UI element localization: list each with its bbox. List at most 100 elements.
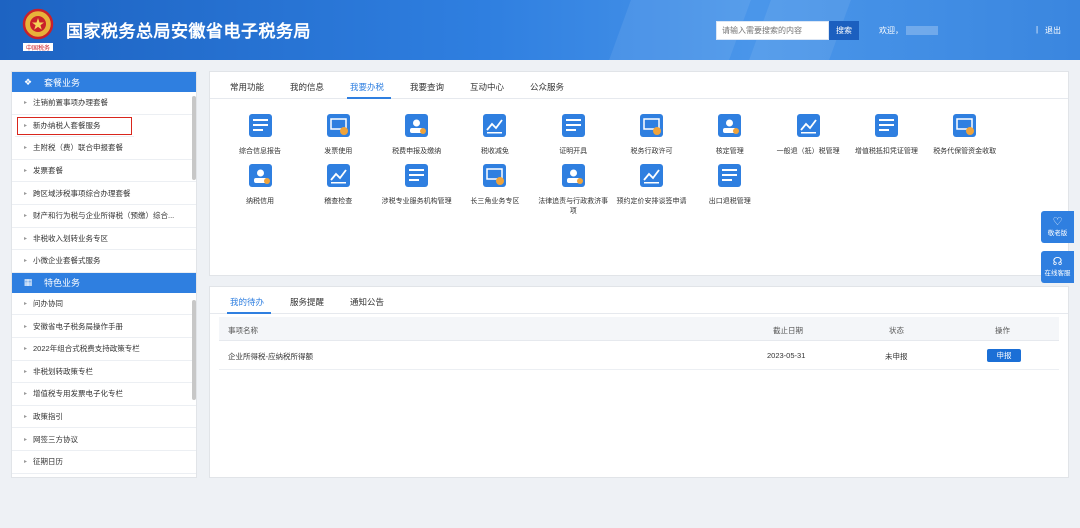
bullet-icon: ▸	[24, 346, 28, 353]
sidebar-item[interactable]: ▸ 征期日历	[12, 451, 196, 474]
service-yrd[interactable]: 长三角业务专区	[457, 164, 533, 207]
service-vat-deduction[interactable]: 增值税抵扣凭证管理	[848, 114, 924, 157]
search-input[interactable]	[716, 21, 829, 40]
sidebar-item[interactable]: ▸ 安徽省电子税务局操作手册	[12, 315, 196, 338]
report-icon	[222, 114, 298, 142]
bullet-icon: ▸	[24, 323, 28, 330]
vat-deduction-icon	[848, 114, 924, 142]
sidebar-item[interactable]: ▸ 问办协同	[12, 293, 196, 316]
sidebar-item[interactable]: ▸ 政策指引	[12, 406, 196, 429]
service-tax-declare[interactable]: 税费申报及缴纳	[379, 114, 455, 157]
sidebar-section-featured[interactable]: ▦ 特色业务	[12, 272, 196, 293]
service-assessment[interactable]: 核定管理	[692, 114, 768, 157]
bullet-icon: ▸	[24, 145, 28, 152]
page-title: 国家税务总局安徽省电子税务局	[66, 22, 311, 41]
tab-handle-tax[interactable]: 我要办税	[350, 81, 384, 93]
elder-mode-button[interactable]: ♡ 敬老版	[1041, 211, 1074, 243]
sidebar-item-label: 政策指引	[33, 412, 64, 422]
service-label: 一般退（抵）税管理	[776, 148, 840, 155]
bullet-icon: ▸	[24, 190, 28, 197]
sidebar-item[interactable]: ▸ 主附税（费）联合申报套餐	[12, 137, 196, 160]
scrollbar[interactable]	[192, 96, 196, 180]
service-label: 综合信息报告	[239, 148, 281, 155]
tab-interaction[interactable]: 互动中心	[470, 81, 504, 93]
tax-relief-icon	[457, 114, 533, 142]
bullet-icon: ▸	[24, 100, 28, 107]
tab-my-info[interactable]: 我的信息	[290, 81, 324, 93]
services-panel: 常用功能 我的信息 我要办税 我要查询 互动中心 公众服务 综合信息报告 发票使用…	[209, 71, 1069, 276]
service-export-refund[interactable]: 出口退税管理	[692, 164, 768, 207]
license-icon	[614, 114, 690, 142]
sidebar-item-label: 征期日历	[33, 457, 64, 467]
bullet-icon: ▸	[24, 258, 28, 265]
service-tax-relief[interactable]: 税收减免	[457, 114, 533, 157]
service-report[interactable]: 综合信息报告	[222, 114, 298, 157]
elder-mode-icon: ♡	[1052, 216, 1063, 228]
sidebar-item-label: 主附税（费）联合申报套餐	[33, 143, 124, 153]
service-credit[interactable]: 纳税信用	[222, 164, 298, 207]
service-label: 税收减免	[480, 148, 509, 155]
sidebar-item-label: 注销前置事项办理套餐	[33, 98, 109, 108]
certificate-icon	[535, 114, 611, 142]
service-refund[interactable]: 一般退（抵）税管理	[770, 114, 846, 157]
service-inspection[interactable]: 稽查检查	[300, 164, 376, 207]
headset-icon: ☊	[1052, 256, 1063, 268]
sidebar-item[interactable]: ▸ 增值税专用发票电子化专栏	[12, 383, 196, 406]
sidebar-item[interactable]: ▸ 注销前置事项办理套餐	[12, 92, 196, 115]
column-header-action: 操作	[995, 326, 1010, 335]
table-header: 事项名称 截止日期 状态 操作	[219, 317, 1059, 341]
bullet-icon: ▸	[24, 368, 28, 375]
online-service-button[interactable]: ☊ 在线客服	[1041, 251, 1074, 283]
sidebar-item[interactable]: ▸ 网签三方协议	[12, 428, 196, 451]
scrollbar[interactable]	[192, 300, 196, 400]
tab-common[interactable]: 常用功能	[230, 81, 264, 93]
agency-icon	[379, 164, 455, 192]
sidebar-item[interactable]: ▸ 非税收入划转业务专区	[12, 228, 196, 251]
tab-query[interactable]: 我要查询	[410, 81, 444, 93]
bullet-icon: ▸	[24, 391, 28, 398]
sidebar-item[interactable]: ▸ 发票套餐	[12, 160, 196, 183]
bottom-tabs: 我的待办 服务提醒 通知公告	[210, 287, 1068, 314]
sidebar-section-label: 套餐业务	[44, 77, 81, 88]
sidebar-item[interactable]: ▸ 跨区域涉税事项综合办理套餐	[12, 182, 196, 205]
sidebar-item-label: 财产和行为税与企业所得税（预缴）综合...	[33, 211, 175, 221]
service-agency[interactable]: 涉税专业服务机构管理	[379, 164, 455, 207]
tax-emblem-icon: 中国税务	[22, 8, 54, 52]
sidebar-item-label: 发票套餐	[33, 166, 64, 176]
service-label: 法律追责与行政救济事项	[538, 198, 609, 215]
sidebar-item-label: 问办协同	[33, 299, 64, 309]
sidebar-item-label: 小微企业套餐式服务	[33, 256, 101, 266]
row-divider	[219, 369, 1059, 370]
tab-service-reminder[interactable]: 服务提醒	[290, 296, 324, 308]
welcome-label: 欢迎，	[879, 26, 903, 35]
sidebar-item[interactable]: ▸ 小微企业套餐式服务	[12, 250, 196, 273]
bullet-icon: ▸	[24, 414, 28, 421]
service-pricing[interactable]: 预约定价安排谈签申请	[614, 164, 690, 207]
service-label: 税务行政许可	[630, 148, 673, 155]
bullet-icon: ▸	[24, 213, 28, 220]
service-custody[interactable]: 税务代保管资金收取	[927, 114, 1003, 157]
sidebar-item[interactable]: ▸ 财产和行为税与企业所得税（预缴）综合...	[12, 205, 196, 228]
service-legal[interactable]: 法律追责与行政救济事项	[535, 164, 611, 217]
search-button[interactable]: 搜索	[829, 21, 859, 40]
tab-my-todo[interactable]: 我的待办	[230, 296, 264, 308]
tab-notices[interactable]: 通知公告	[350, 296, 384, 308]
logout-link[interactable]: 退出	[1045, 25, 1061, 36]
column-header-name: 事项名称	[228, 326, 258, 335]
sidebar-section-package[interactable]: ❖ 套餐业务	[12, 72, 196, 92]
bullet-icon: ▸	[24, 459, 28, 466]
sidebar-item-highlighted[interactable]: ▸ 新办纳税人套餐服务	[15, 115, 134, 138]
service-certificate[interactable]: 证明开具	[535, 114, 611, 157]
elder-mode-label: 敬老版	[1047, 230, 1068, 237]
declare-button[interactable]: 申报	[987, 349, 1021, 362]
top-tabs: 常用功能 我的信息 我要办税 我要查询 互动中心 公众服务	[210, 72, 1068, 99]
sidebar-item[interactable]: ▸ 非税划转政策专栏	[12, 361, 196, 384]
bullet-icon: ▸	[24, 122, 28, 129]
tab-public-service[interactable]: 公众服务	[530, 81, 564, 93]
service-label: 纳税信用	[246, 198, 274, 205]
service-license[interactable]: 税务行政许可	[614, 114, 690, 157]
service-invoice[interactable]: 发票使用	[300, 114, 376, 157]
grid-icon: ▦	[23, 277, 33, 288]
service-label: 涉税专业服务机构管理	[381, 198, 452, 205]
sidebar-item[interactable]: ▸ 2022年组合式税费支持政策专栏	[12, 338, 196, 361]
